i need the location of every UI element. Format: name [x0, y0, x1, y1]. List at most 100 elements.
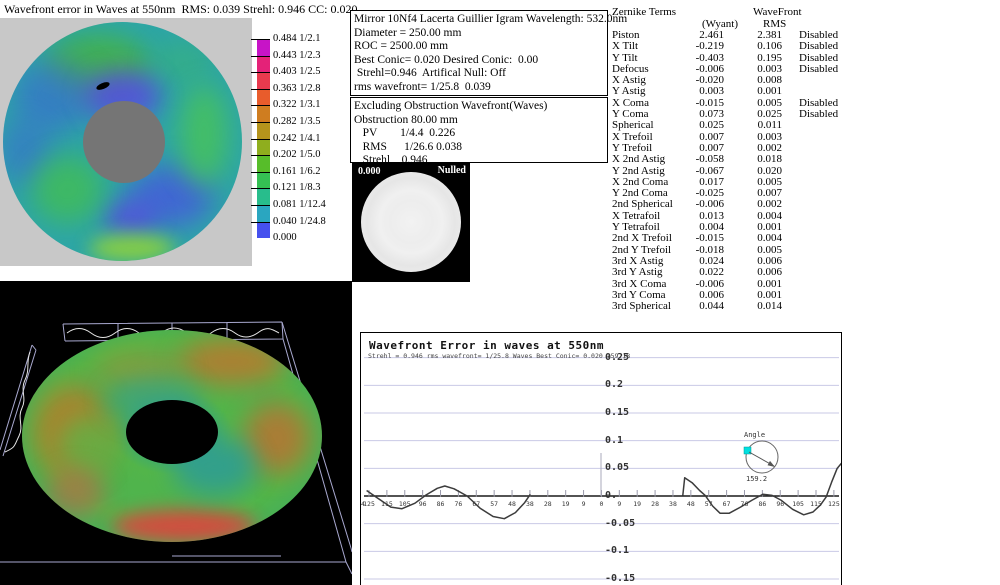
map-green-bottom-edge — [89, 234, 176, 261]
x-tick-label: 57 — [704, 500, 713, 508]
zernike-table: Zernike Terms WaveFront (Wyant) RMS Pist… — [612, 4, 862, 312]
zernike-row: Spherical 0.025 0.011 — [612, 119, 862, 132]
scale-label: 0.484 1/2.1 — [273, 33, 321, 44]
wavefront-3d-surface[interactable] — [22, 330, 322, 542]
zernike-disabled-badge — [782, 177, 860, 188]
scale-label: 0.403 1/2.5 — [273, 66, 321, 78]
zernike-disabled-badge — [782, 301, 860, 312]
y-tick-label: 0. — [605, 490, 618, 501]
x-tick-label: 105 — [792, 500, 804, 508]
zernike-disabled-badge — [782, 75, 860, 86]
scale-label: 0.202 1/5.0 — [273, 149, 321, 161]
zernike-wyant-value: -0.219 — [695, 40, 724, 53]
zernike-term-name: 3rd Spherical — [612, 300, 671, 313]
x-tick-label: 125 — [828, 500, 840, 508]
x-tick-label: 0 — [599, 500, 604, 508]
scale-label: 0.322 1/3.1 — [273, 99, 321, 111]
wavefront-3d-view[interactable] — [0, 281, 352, 585]
zernike-row: 3rd Y Astig 0.022 0.006 — [612, 266, 862, 279]
info-line: Diameter = 250.00 mm — [354, 26, 462, 39]
scale-label: 0.081 1/12.4 — [273, 198, 326, 210]
x-tick-label: 86 — [436, 500, 445, 508]
scale-label: 0.121 1/8.3 — [273, 182, 321, 194]
profile-chart-pane: Angle 159.2 Wavefront Error in waves at … — [360, 332, 842, 585]
x-tick-label: 48 — [508, 500, 516, 508]
map-green-right-region — [179, 84, 228, 185]
zernike-disabled-badge — [782, 120, 860, 131]
scale-label: 0.443 1/2.3 — [273, 49, 321, 61]
info-line: PV 1/4.4 0.226 — [354, 127, 456, 140]
zernike-rms-value: 0.004 — [757, 232, 782, 245]
map-teal-top-right-region — [151, 41, 214, 85]
wavefront-2d-map — [0, 18, 252, 266]
info-line: rms wavefront= 1/25.8 0.039 — [354, 80, 491, 93]
zernike-disabled-badge[interactable]: Disabled — [782, 63, 860, 75]
scale-segment — [251, 121, 270, 139]
zernike-term-name: X Tilt — [612, 40, 638, 53]
zernike-disabled-badge — [782, 256, 860, 267]
info-line: Obstruction 80.00 mm — [354, 113, 458, 126]
zernike-term-name: 2nd X Trefoil — [612, 232, 672, 245]
angle-dial-arrowhead — [767, 460, 775, 467]
zernike-disabled-badge — [782, 166, 860, 177]
zernike-disabled-badge — [782, 199, 860, 210]
info-line: Best Conic= 0.020 Desired Conic: 0.00 — [354, 53, 539, 66]
x-tick-label: 48 — [686, 500, 695, 508]
zernike-row: 3rd Spherical 0.044 0.014 — [612, 300, 862, 313]
zernike-disabled-badge — [782, 245, 860, 256]
scale-label: 0.040 1/24.8 — [273, 215, 326, 227]
x-tick-label: 86 — [758, 500, 767, 508]
zernike-term-name: X 2nd Astig — [612, 153, 666, 166]
x-tick-label: 38 — [669, 500, 677, 508]
x-tick-label: 67 — [472, 500, 481, 508]
zernike-rms-header: RMS — [763, 18, 787, 30]
zernike-row: 2nd X Trefoil -0.015 0.004 — [612, 232, 862, 245]
y-tick-label: -0.05 — [605, 517, 636, 529]
x-tick-label: 125 — [363, 500, 375, 508]
zernike-term-name: Spherical — [612, 119, 654, 132]
zernike-disabled-badge[interactable]: Disabled — [782, 40, 860, 52]
torus-red-lower-left-rim — [46, 469, 106, 517]
scale-label: 0.161 1/6.2 — [273, 165, 321, 177]
zernike-wyant-value: 0.044 — [699, 300, 724, 313]
zernike-row: X Tilt -0.219 0.106 Disabled — [612, 40, 862, 53]
zernike-disabled-badge[interactable]: Disabled — [782, 108, 860, 120]
info-line: Mirror 10Nf4 Lacerta Guillier Igram Wave… — [354, 13, 628, 25]
zernike-disabled-badge — [782, 211, 860, 222]
zernike-header: Zernike Terms WaveFront (Wyant) RMS — [612, 4, 862, 30]
angle-dial-value: 159.2 — [746, 475, 767, 483]
x-tick-label: 28 — [543, 500, 552, 508]
zernike-disabled-badge — [782, 267, 860, 278]
scale-segment — [251, 55, 270, 73]
zernike-row: X Astig -0.020 0.008 — [612, 74, 862, 86]
x-tick-label: 57 — [490, 500, 499, 508]
zernike-disabled-badge — [782, 188, 860, 199]
obstruction-info-box: Excluding Obstruction Wavefront(Waves) Ob… — [350, 97, 608, 166]
x-tick-label: 19 — [633, 500, 642, 508]
info-line: Excluding Obstruction Wavefront(Waves) — [354, 100, 548, 112]
color-scale-labels: 0.484 1/2.1 0.443 1/2.3 0.403 1/2.5 0.363 1… — [273, 31, 326, 247]
y-tick-label: 0.15 — [605, 407, 630, 418]
x-tick-label: 115 — [381, 500, 393, 508]
x-tick-label: 19 — [561, 500, 570, 508]
zernike-rms-value: 0.106 — [757, 40, 782, 53]
zernike-wyant-value: -0.015 — [695, 232, 724, 245]
zernike-rms-value: 0.018 — [757, 153, 782, 166]
nulled-igram-view: 0.000 Nulled — [352, 162, 470, 282]
nulled-disk — [361, 172, 461, 272]
zernike-term-name: 3rd Y Astig — [612, 266, 663, 279]
zernike-row: X 2nd Astig -0.058 0.018 — [612, 153, 862, 166]
scale-segment — [251, 221, 270, 239]
zernike-wavefront-header: WaveFront — [753, 6, 802, 18]
torus-center-hole — [126, 399, 218, 464]
mirror-info-box: Mirror 10Nf4 Lacerta Guillier Igram Wave… — [350, 10, 628, 96]
scale-label: 0.242 1/4.1 — [273, 132, 321, 144]
zernike-disabled-badge — [782, 132, 860, 143]
y-tick-label: -0.15 — [605, 572, 636, 584]
y-tick-label: 0.2 — [605, 379, 624, 391]
scale-segment — [251, 155, 270, 172]
y-tick-label: 0.1 — [605, 434, 624, 446]
scale-segment — [251, 188, 270, 205]
x-tick-label: 28 — [651, 500, 659, 508]
angle-dial[interactable]: Angle 159.2 — [743, 431, 779, 483]
